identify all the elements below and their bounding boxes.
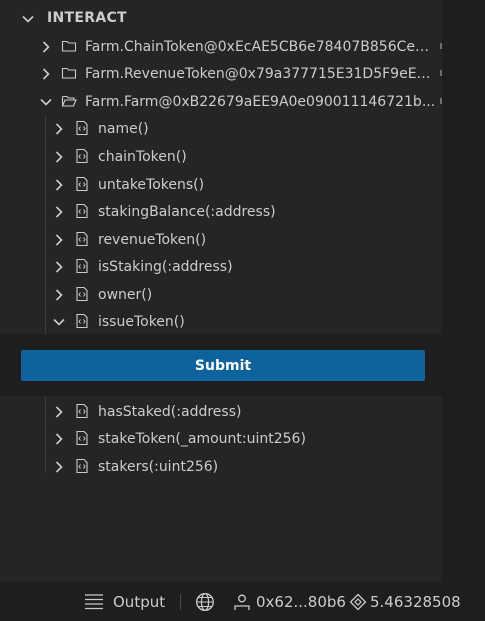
contract-label: Farm.RevenueToken@0x79a377715E31D5F9eE7.… bbox=[85, 65, 437, 82]
output-label: Output bbox=[113, 592, 166, 611]
chevron-right-icon bbox=[52, 405, 66, 419]
function-item[interactable]: owner() bbox=[0, 281, 442, 308]
bnb-icon bbox=[348, 592, 368, 612]
chevron-right-icon bbox=[52, 432, 66, 446]
status-bar: Output 0x62...80b6 5.46328508 bbox=[0, 582, 485, 621]
function-item[interactable]: isStaking(:address) bbox=[0, 253, 442, 280]
balance-value: 5.46328508 bbox=[370, 592, 461, 611]
folder-icon bbox=[61, 65, 77, 81]
scroll-edge-mark bbox=[440, 43, 442, 49]
status-separator bbox=[180, 594, 181, 610]
function-item[interactable]: revenueToken() bbox=[0, 226, 442, 253]
function-label: isStaking(:address) bbox=[98, 258, 233, 275]
editor-area-edge bbox=[442, 0, 485, 582]
section-title: INTERACT bbox=[47, 10, 127, 26]
globe-icon bbox=[194, 591, 216, 613]
function-icon bbox=[74, 148, 90, 164]
function-icon bbox=[74, 120, 90, 136]
output-button[interactable]: Output bbox=[83, 582, 165, 621]
chevron-right-icon bbox=[52, 260, 66, 274]
chevron-right-icon bbox=[52, 122, 66, 136]
function-icon bbox=[74, 286, 90, 302]
contract-label: Farm.ChainToken@0xEcAE5CB6e78407B856Ce2.… bbox=[85, 38, 437, 55]
function-item[interactable]: issueToken() bbox=[0, 308, 442, 335]
folder-open-icon bbox=[61, 93, 77, 109]
chevron-down-icon bbox=[52, 315, 66, 329]
network-button[interactable] bbox=[194, 582, 216, 621]
app-window: INTERACT Farm.ChainToken@0xEcAE5CB6e7840… bbox=[0, 0, 485, 621]
function-label: stakers(:uint256) bbox=[98, 458, 219, 475]
account-button[interactable]: 0x62...80b6 bbox=[232, 582, 346, 621]
balance-display[interactable]: 5.46328508 bbox=[348, 582, 461, 621]
function-item[interactable]: chainToken() bbox=[0, 143, 442, 170]
chevron-right-icon bbox=[39, 40, 53, 54]
folder-icon bbox=[61, 38, 77, 54]
function-label: stakeToken(_amount:uint256) bbox=[98, 430, 306, 447]
function-label: stakingBalance(:address) bbox=[98, 203, 276, 220]
function-icon bbox=[74, 203, 90, 219]
chevron-right-icon bbox=[52, 460, 66, 474]
contract-label: Farm.Farm@0xB22679aEE9A0e090011146721b..… bbox=[85, 93, 436, 110]
chevron-right-icon bbox=[52, 288, 66, 302]
function-item[interactable]: hasStaked(:address) bbox=[0, 398, 442, 425]
function-icon bbox=[74, 176, 90, 192]
chevron-right-icon bbox=[52, 233, 66, 247]
chevron-down-icon bbox=[39, 95, 53, 109]
function-icon bbox=[74, 231, 90, 247]
chevron-right-icon bbox=[39, 67, 53, 81]
chevron-right-icon bbox=[52, 205, 66, 219]
function-icon bbox=[74, 403, 90, 419]
function-item[interactable]: stakers(:uint256) bbox=[0, 453, 442, 480]
function-label: hasStaked(:address) bbox=[98, 403, 242, 420]
account-icon bbox=[232, 592, 252, 612]
function-icon bbox=[74, 430, 90, 446]
chevron-down-icon bbox=[21, 12, 35, 26]
function-label: name() bbox=[98, 120, 149, 137]
function-item[interactable]: stakingBalance(:address) bbox=[0, 198, 442, 225]
function-icon bbox=[74, 258, 90, 274]
contract-item[interactable]: Farm.ChainToken@0xEcAE5CB6e78407B856Ce2.… bbox=[0, 33, 442, 60]
chevron-right-icon bbox=[52, 178, 66, 192]
output-list-icon bbox=[83, 592, 105, 612]
function-icon bbox=[74, 458, 90, 474]
function-label: issueToken() bbox=[98, 313, 185, 330]
account-address: 0x62...80b6 bbox=[256, 592, 346, 611]
function-label: untakeTokens() bbox=[98, 176, 205, 193]
scroll-edge-mark bbox=[440, 98, 442, 104]
contract-item[interactable]: Farm.RevenueToken@0x79a377715E31D5F9eE7.… bbox=[0, 60, 442, 87]
function-item[interactable]: untakeTokens() bbox=[0, 171, 442, 198]
submit-button[interactable]: Submit bbox=[21, 350, 425, 381]
function-icon bbox=[74, 313, 90, 329]
chevron-right-icon bbox=[52, 150, 66, 164]
function-item[interactable]: name() bbox=[0, 115, 442, 142]
function-label: revenueToken() bbox=[98, 231, 207, 248]
function-label: owner() bbox=[98, 286, 153, 303]
function-label: chainToken() bbox=[98, 148, 187, 165]
contract-item[interactable]: Farm.Farm@0xB22679aEE9A0e090011146721b..… bbox=[0, 88, 442, 115]
function-item[interactable]: stakeToken(_amount:uint256) bbox=[0, 425, 442, 452]
scroll-edge-mark bbox=[440, 70, 442, 76]
